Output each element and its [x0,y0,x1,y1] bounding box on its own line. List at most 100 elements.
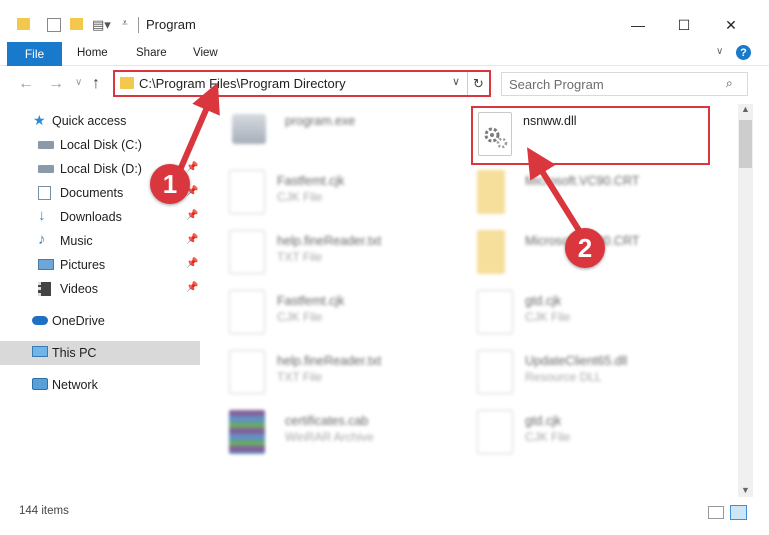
file-item[interactable]: UpdateClient65.dll Resource DLL [477,350,717,410]
file-icon [229,170,265,214]
tab-share[interactable]: Share [136,47,167,59]
sidebar-item-label: Documents [60,186,124,200]
cloud-icon [32,316,48,325]
pin-icon[interactable]: 📌 [186,282,198,293]
properties-icon[interactable] [47,18,61,32]
status-bar: 144 items [0,497,769,525]
pin-icon[interactable]: 📌 [186,234,198,245]
file-item[interactable]: Fastfemt.cjk CJK File [229,290,469,350]
file-item[interactable]: Microsoft.VC90.CRT [477,170,717,230]
sidebar-item-pictures[interactable]: Pictures 📌 [0,253,200,277]
address-bar[interactable]: C:\Program Files\Program Directory ∨ ↻ [113,70,491,97]
sidebar-item-videos[interactable]: Videos 📌 [0,277,200,301]
file-item[interactable]: help.fineReader.txt TXT File [229,230,469,290]
ribbon: File Home Share View ∨ ? [0,40,769,66]
file-type: TXT File [277,370,323,384]
pin-icon[interactable]: 📌 [186,162,198,173]
new-folder-icon[interactable] [70,18,83,30]
file-name: help.fineReader.txt [277,354,382,368]
large-icons-view-icon[interactable] [730,505,747,520]
dll-settings-icon [477,350,513,394]
window-title: Program [146,17,196,32]
file-item[interactable]: help.fineReader.txt TXT File [229,350,469,410]
forward-arrow-icon[interactable]: → [48,75,64,93]
scroll-thumb[interactable] [739,120,752,168]
drive-icon [38,165,54,173]
file-name: program.exe [285,114,356,128]
file-icon [477,410,513,454]
file-icon [477,290,513,334]
sidebar-item-label: Network [52,378,98,392]
search-input[interactable]: Search Program ⌕ [501,72,748,96]
file-name: gtd.cjk [525,294,562,308]
back-arrow-icon[interactable]: ← [18,75,34,93]
exe-icon [232,114,266,144]
file-type: TXT File [277,250,323,264]
sidebar-item-local-disk-c[interactable]: Local Disk (C:) [0,133,200,157]
computer-icon [32,346,48,357]
file-icon [229,290,265,334]
customize-toolbar-icon[interactable]: ▤▾ [92,17,111,33]
network-icon [32,378,48,390]
sidebar-item-label: Pictures [60,258,106,272]
search-placeholder: Search Program [509,77,604,92]
file-name: Microsoft.VC90.CRT [525,174,640,188]
pin-icon[interactable]: 📌 [186,258,198,269]
tab-home[interactable]: Home [77,47,108,59]
tab-view[interactable]: View [193,47,218,59]
file-type: CJK File [525,310,571,324]
address-path[interactable]: C:\Program Files\Program Directory [139,76,346,91]
maximize-button[interactable]: ☐ [672,14,696,36]
item-count: 144 items [19,505,69,517]
refresh-icon[interactable]: ↻ [467,72,489,95]
file-item[interactable]: certificates.cab WinRAR Archive [229,410,469,470]
file-icon [229,350,265,394]
file-name: certificates.cab [285,414,369,428]
file-type: WinRAR Archive [285,430,374,444]
sidebar-item-music[interactable]: ♪ Music 📌 [0,229,200,253]
details-view-icon[interactable] [708,506,724,519]
chevron-down-icon[interactable]: ∨ [452,75,460,88]
file-item[interactable]: gtd.cjk CJK File [477,410,717,470]
file-name: gtd.cjk [525,414,562,428]
pin-icon[interactable]: 📌 [186,210,198,221]
vertical-scrollbar[interactable]: ▲ ▼ [738,104,753,497]
sidebar-item-onedrive[interactable]: OneDrive [0,309,200,333]
sidebar-item-label: Quick access [52,114,127,128]
file-name: UpdateClient65.dll [525,354,628,368]
music-icon: ♪ [38,231,46,248]
up-arrow-icon[interactable]: ↑ [92,75,100,93]
sidebar-item-label: Local Disk (D:) [60,162,142,176]
file-name: help.fineReader.txt [277,234,382,248]
drive-icon [38,141,54,149]
sidebar-item-label: Music [60,234,93,248]
recent-locations-icon[interactable]: ∨ [75,77,82,88]
file-item[interactable]: gtd.cjk CJK File [477,290,717,350]
sidebar-item-label: This PC [52,346,97,360]
chevron-down-icon[interactable]: ⩡ [122,18,128,29]
download-icon: ↓ [38,207,46,224]
folder-icon [477,170,505,214]
minimize-button[interactable]: — [626,14,650,36]
sidebar-item-quick-access[interactable]: ★ Quick access [0,109,200,133]
file-item[interactable]: Fastfemt.cjk CJK File [229,170,469,230]
file-item[interactable]: program.exe [232,110,472,170]
sidebar-item-label: Videos [60,282,98,296]
help-icon[interactable]: ? [736,45,751,60]
close-button[interactable]: ✕ [719,14,743,36]
documents-icon [38,186,51,200]
expand-ribbon-icon[interactable]: ∨ [716,46,723,57]
file-icon [229,230,265,274]
tab-file[interactable]: File [7,42,62,66]
file-type: CJK File [277,190,323,204]
scroll-up-icon[interactable]: ▲ [741,104,750,114]
sidebar-item-network[interactable]: Network [0,373,200,397]
folder-icon [120,77,134,89]
scroll-down-icon[interactable]: ▼ [741,485,750,495]
search-icon[interactable]: ⌕ [726,76,733,91]
file-type: Resource DLL [525,370,602,384]
sidebar-item-this-pc[interactable]: This PC [0,341,200,365]
title-bar: ▤▾ ⩡ Program — ☐ ✕ [0,0,769,40]
sidebar-item-downloads[interactable]: ↓ Downloads 📌 [0,205,200,229]
sidebar-item-label: Downloads [60,210,122,224]
